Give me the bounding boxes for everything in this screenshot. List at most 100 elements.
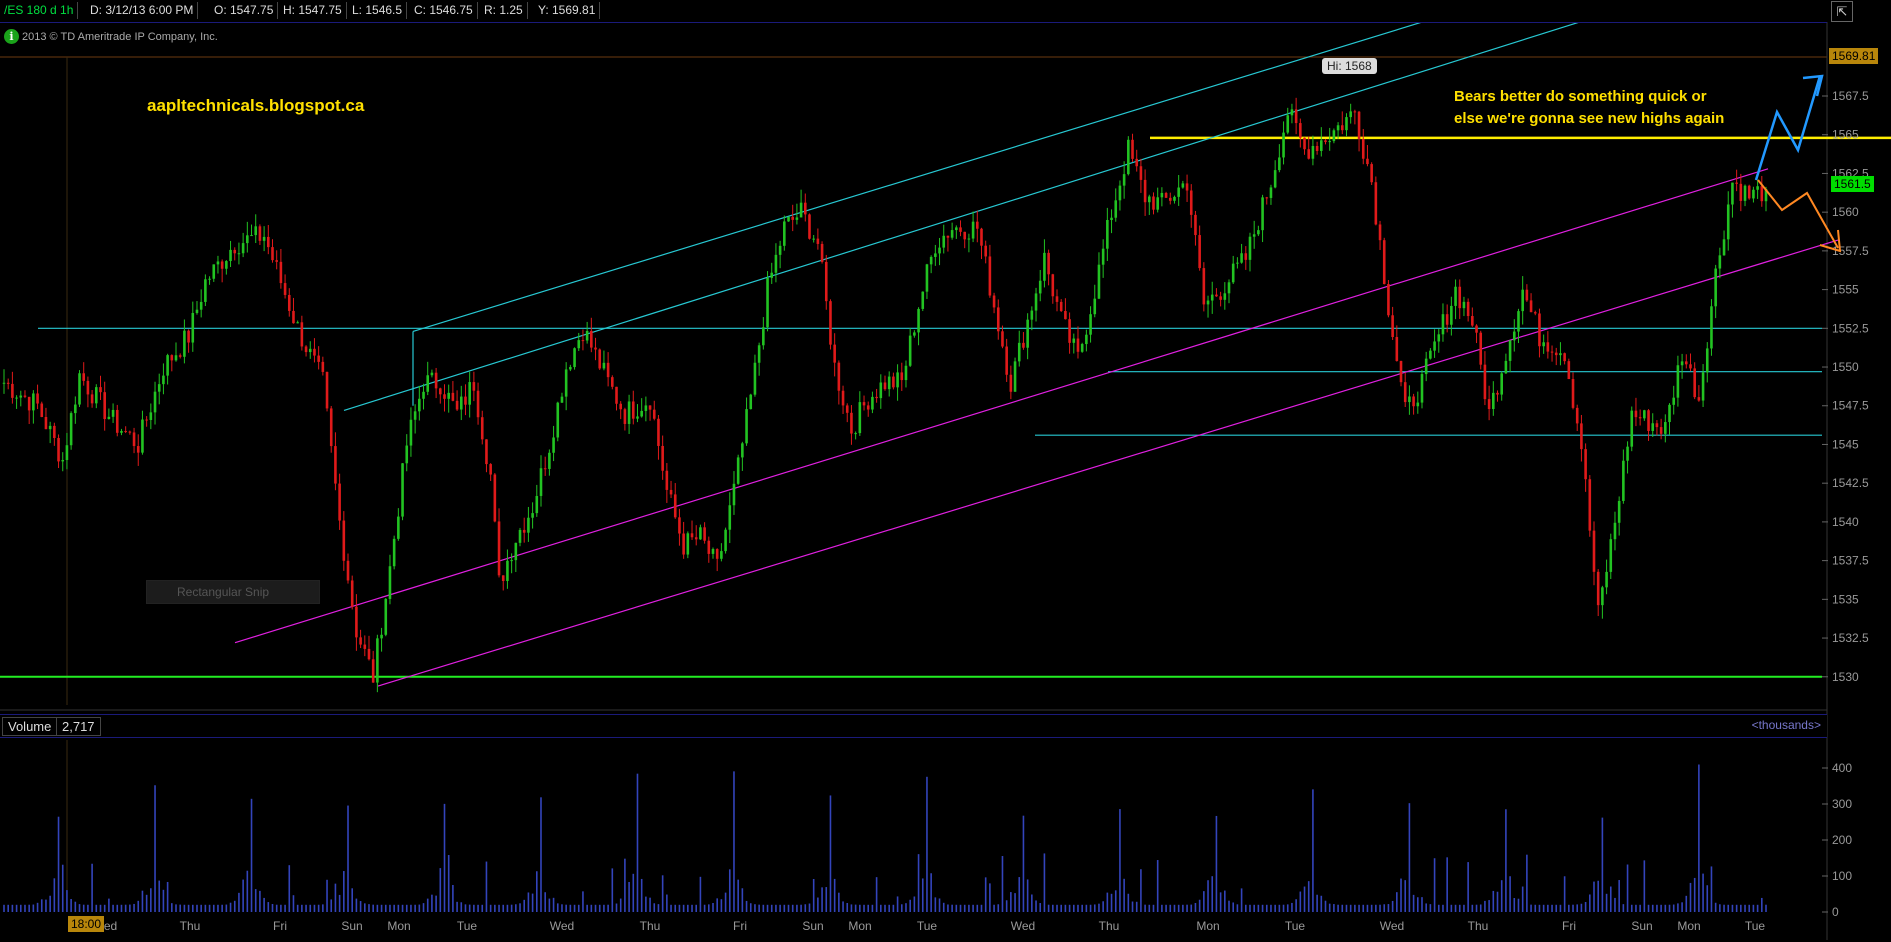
volume-bar xyxy=(1211,876,1214,912)
volume-bar xyxy=(699,876,702,912)
candle-body xyxy=(1450,305,1453,325)
candle-body xyxy=(275,260,278,262)
candle-body xyxy=(355,606,358,638)
volume-bar xyxy=(708,904,710,912)
volume-bar xyxy=(1656,904,1658,912)
volume-bar xyxy=(401,904,404,912)
candle-body xyxy=(1143,179,1147,203)
volume-bar xyxy=(1492,890,1495,912)
candle-body xyxy=(921,291,925,309)
candle-body xyxy=(569,367,572,370)
candle-body xyxy=(1139,166,1143,180)
volume-label[interactable]: Volume xyxy=(2,717,58,736)
volume-bar xyxy=(414,904,416,912)
volume-bar xyxy=(447,855,450,912)
volume-bar xyxy=(1089,904,1092,912)
candle-body xyxy=(124,430,127,432)
candle-body xyxy=(1575,407,1579,424)
candle-body xyxy=(1148,196,1151,203)
volume-bar xyxy=(1282,904,1285,912)
candle-body xyxy=(1026,319,1029,348)
volume-bar xyxy=(833,878,836,912)
candle-body xyxy=(590,330,593,348)
volume-bar xyxy=(1463,904,1465,912)
x-day-label: Mon xyxy=(1677,919,1700,933)
candle-body xyxy=(57,437,60,462)
volume-bar xyxy=(204,904,207,912)
candle-body xyxy=(963,231,967,240)
volume-bar xyxy=(1081,904,1083,912)
candle-body xyxy=(720,551,723,559)
candle-body xyxy=(493,474,497,522)
volume-bar xyxy=(523,899,526,912)
volume-bar xyxy=(7,904,9,912)
x-day-label: Tue xyxy=(1285,919,1306,933)
candle-body xyxy=(1668,404,1671,423)
candle-body xyxy=(1571,379,1575,408)
close-readout: C: 1546.75 xyxy=(410,2,478,19)
volume-bar xyxy=(695,904,698,912)
volume-bar xyxy=(368,904,370,912)
candle-body xyxy=(1038,280,1042,294)
candle-body xyxy=(1311,145,1315,159)
candle-body xyxy=(1093,298,1097,315)
volume-bar xyxy=(229,902,232,912)
volume-bar xyxy=(1299,891,1302,912)
volume-bar xyxy=(573,904,576,912)
candle-body xyxy=(1286,115,1290,133)
volume-units: <thousands> xyxy=(1751,718,1821,732)
candle-body xyxy=(246,235,249,244)
cursor-price-tag: 1569.81 xyxy=(1829,48,1879,64)
volume-bar xyxy=(510,904,513,912)
candle-body xyxy=(665,470,669,490)
candle-body xyxy=(82,373,86,381)
volume-bar xyxy=(733,771,735,912)
candle-body xyxy=(892,376,895,388)
candle-body xyxy=(1445,314,1449,325)
x-day-label: Sun xyxy=(1631,919,1652,933)
volume-bar xyxy=(502,904,505,912)
candle-body xyxy=(1005,346,1008,375)
candle-body xyxy=(115,409,119,433)
candle-body xyxy=(1655,423,1659,428)
y-tick-label: 1552.5 xyxy=(1832,321,1869,335)
volume-bar xyxy=(582,891,584,912)
candle-body xyxy=(833,344,836,363)
volume-bar xyxy=(527,892,530,912)
volume-bar xyxy=(884,904,886,912)
info-icon[interactable]: i xyxy=(4,29,19,44)
candle-body xyxy=(1705,348,1709,373)
candle-body xyxy=(145,419,148,421)
volume-bar xyxy=(1421,897,1423,912)
volume-bar xyxy=(863,904,865,912)
symbol-label[interactable]: /ES 180 d 1h xyxy=(0,2,79,19)
candle-body xyxy=(682,533,685,555)
candle-body xyxy=(791,216,795,220)
volume-bar xyxy=(1593,881,1595,912)
candle-body xyxy=(673,494,677,518)
candle-body xyxy=(468,382,471,405)
candle-body xyxy=(1613,522,1617,540)
x-day-label: Mon xyxy=(848,919,871,933)
chart-grid xyxy=(0,22,1828,940)
candle-body xyxy=(1043,252,1046,281)
volume-bar xyxy=(1391,900,1394,912)
expand-icon[interactable]: ⇱ xyxy=(1831,1,1853,22)
candle-body xyxy=(350,580,354,607)
candle-body xyxy=(1533,312,1537,314)
volume-bar xyxy=(129,904,131,912)
candle-body xyxy=(1227,282,1231,294)
volume-bar xyxy=(15,904,18,912)
volume-bar xyxy=(1018,877,1021,912)
volume-bar xyxy=(271,904,274,912)
candle-body xyxy=(321,361,325,372)
volume-bar xyxy=(418,904,421,912)
volume-bar xyxy=(678,904,681,912)
candle-body xyxy=(1424,358,1428,375)
volume-bar xyxy=(376,904,379,912)
volume-bar xyxy=(749,903,752,912)
candle-body xyxy=(1714,268,1717,307)
candle-body xyxy=(866,405,870,410)
candle-body xyxy=(74,404,77,414)
volume-bar xyxy=(95,904,98,912)
